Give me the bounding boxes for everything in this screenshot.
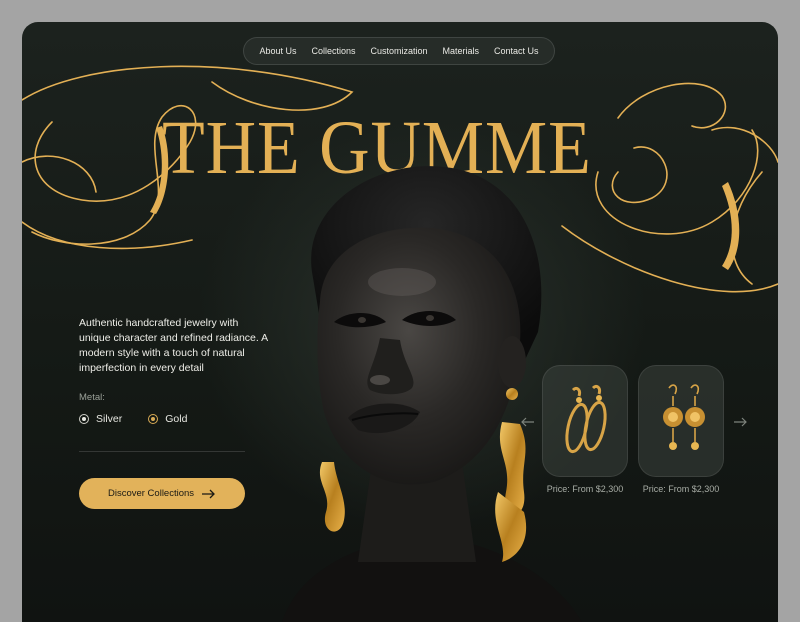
- metal-options: Silver Gold: [79, 413, 187, 425]
- metal-option-gold[interactable]: Gold: [148, 413, 187, 425]
- nav-contact-us[interactable]: Contact Us: [494, 46, 539, 56]
- carousel-next-button[interactable]: [734, 415, 748, 430]
- discover-collections-label: Discover Collections: [107, 488, 195, 499]
- gold-drop-earrings-icon: [663, 384, 705, 450]
- nav-materials[interactable]: Materials: [442, 46, 479, 56]
- product-card-hoop-earrings[interactable]: [542, 365, 628, 477]
- nav-collections[interactable]: Collections: [311, 46, 355, 56]
- radio-gold-icon[interactable]: [148, 414, 159, 424]
- metal-option-gold-label: Gold: [165, 413, 188, 425]
- arrow-right-icon: [202, 489, 215, 498]
- gold-hoop-earrings-icon: [565, 384, 607, 454]
- arrow-left-icon: [521, 417, 534, 427]
- nav-customization[interactable]: Customization: [370, 46, 427, 56]
- discover-collections-button[interactable]: Discover Collections: [79, 478, 245, 509]
- nav-about-us[interactable]: About Us: [259, 46, 296, 56]
- product-price-hoop: Price: From $2,300: [546, 484, 624, 494]
- carousel-prev-button[interactable]: [520, 415, 534, 430]
- intro-description: Authentic handcrafted jewelry with uniqu…: [79, 317, 268, 374]
- product-price-drop: Price: From $2,300: [642, 484, 720, 494]
- metal-option-silver[interactable]: Silver: [79, 413, 122, 425]
- metal-option-silver-label: Silver: [96, 413, 123, 425]
- metal-label: Metal:: [79, 392, 105, 403]
- section-divider: [79, 451, 245, 452]
- arrow-right-icon: [734, 417, 747, 427]
- model-portrait: [282, 166, 582, 622]
- product-card-drop-earrings[interactable]: [638, 365, 724, 477]
- page-frame: About Us Collections Customization Mater…: [22, 22, 778, 622]
- top-nav: About Us Collections Customization Mater…: [243, 37, 555, 65]
- radio-silver-icon[interactable]: [79, 414, 89, 424]
